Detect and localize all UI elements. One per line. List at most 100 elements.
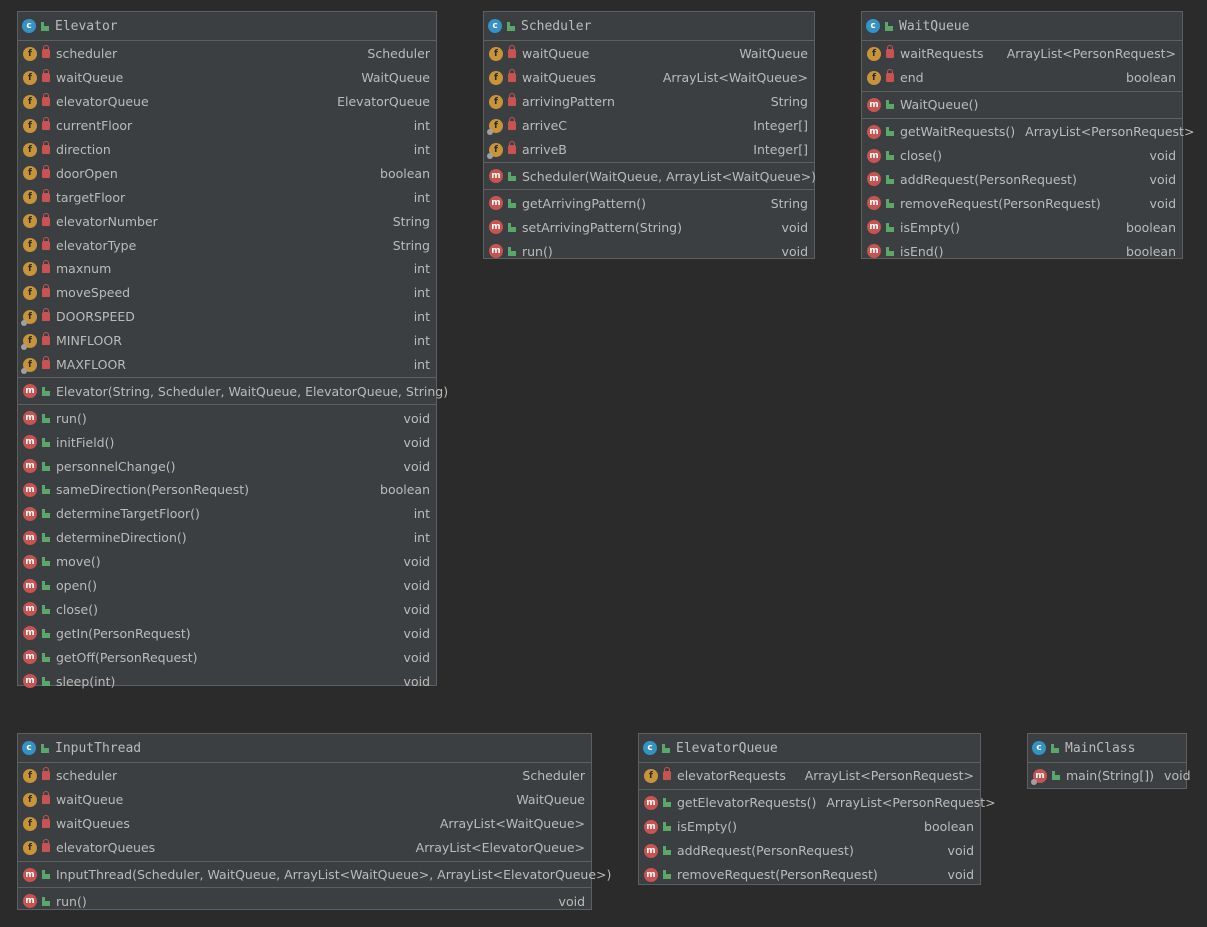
method-row[interactable]: m close() void [862,144,1182,168]
member-name: elevatorQueues [56,840,156,856]
method-row[interactable]: m getOff(PersonRequest) void [18,645,436,669]
field-row[interactable]: f elevatorNumber String [18,209,436,233]
field-row[interactable]: f maxnum int [18,257,436,281]
static-pin-icon [1031,778,1037,785]
field-row[interactable]: f DOORSPEED int [18,305,436,329]
field-row[interactable]: f MINFLOOR int [18,329,436,353]
method-row[interactable]: m InputThread(Scheduler, WaitQueue, Array… [18,863,611,887]
method-row[interactable]: m move() void [18,550,436,574]
class-name: ElevatorQueue [676,740,778,756]
method-row[interactable]: m isEnd() boolean [862,239,1182,263]
method-row[interactable]: m sameDirection(PersonRequest) boolean [18,478,436,502]
method-row[interactable]: m personnelChange() void [18,454,436,478]
public-access-icon [42,604,50,614]
method-row[interactable]: m addRequest(PersonRequest) void [639,839,980,863]
class-waitqueue[interactable]: c WaitQueue f waitRequests ArrayList<PersonR… [861,11,1194,259]
public-access-icon [663,822,671,832]
method-row[interactable]: m WaitQueue() [862,93,1182,117]
field-row[interactable]: f elevatorRequests ArrayList<PersonRequest… [639,764,980,788]
member-type: int [413,357,430,373]
field-row[interactable]: f waitQueues ArrayList<WaitQueue> [484,66,814,90]
class-elevatorqueue[interactable]: c ElevatorQueue f elevatorRequests ArrayList… [638,733,996,887]
method-icon: m [23,867,37,882]
field-row[interactable]: f doorOpen boolean [18,161,436,185]
method-row[interactable]: m addRequest(PersonRequest) void [862,167,1182,191]
member-name: arrivingPattern [522,94,615,110]
method-row[interactable]: m Scheduler(WaitQueue, ArrayList<WaitQueu… [484,164,816,188]
field-row[interactable]: f arriveC Integer[] [484,114,814,138]
field-row[interactable]: f currentFloor int [18,114,436,138]
class-icon: c [22,19,36,33]
class-inputthread[interactable]: c InputThread f scheduler Scheduler f waitQueu… [17,733,611,913]
field-icon: f [21,309,37,326]
method-row[interactable]: m close() void [18,597,436,621]
field-row[interactable]: f scheduler Scheduler [18,42,436,66]
class-header[interactable]: c InputThread [18,734,591,763]
method-row[interactable]: m sleep(int) void [18,669,436,693]
field-row[interactable]: f MAXFLOOR int [18,353,436,377]
class-header[interactable]: c Elevator [18,12,436,41]
field-row[interactable]: f elevatorType String [18,233,436,257]
class-elevator[interactable]: c Elevator f scheduler Scheduler f waitQueue Wa… [17,11,448,689]
field-row[interactable]: f elevatorQueue ElevatorQueue [18,90,436,114]
member-name: getArrivingPattern() [522,195,647,211]
public-access-icon [42,676,50,686]
class-scheduler[interactable]: c Scheduler f waitQueue WaitQueue f waitQueues… [483,11,816,259]
method-row[interactable]: m main(String[]) void [1028,764,1191,788]
field-icon: f [23,792,37,807]
member-name: DOORSPEED [56,309,135,325]
field-row[interactable]: f direction int [18,138,436,162]
method-row[interactable]: m determineTargetFloor() int [18,502,436,526]
method-row[interactable]: m removeRequest(PersonRequest) void [862,191,1182,215]
member-type: void [403,625,430,641]
method-row[interactable]: m getIn(PersonRequest) void [18,621,436,645]
method-row[interactable]: m open() void [18,574,436,598]
public-access-icon [885,21,893,31]
class-header[interactable]: c WaitQueue [862,12,1182,41]
field-row[interactable]: f waitQueue WaitQueue [18,788,591,812]
method-row[interactable]: m run() void [18,889,591,913]
field-row[interactable]: f elevatorQueues ArrayList<ElevatorQueue> [18,836,591,860]
field-row[interactable]: f waitQueue WaitQueue [18,66,436,90]
member-name: addRequest(PersonRequest) [900,171,1077,187]
method-row[interactable]: m getArrivingPattern() String [484,191,814,215]
private-lock-icon [42,839,50,853]
class-header[interactable]: c Scheduler [484,12,814,41]
static-pin-icon [487,128,493,135]
field-row[interactable]: f targetFloor int [18,185,436,209]
method-row[interactable]: m Elevator(String, Scheduler, WaitQueue, … [18,379,448,403]
method-row[interactable]: m run() void [18,406,436,430]
method-icon: m [23,459,37,474]
method-row[interactable]: m getElevatorRequests() ArrayList<PersonRe… [639,791,996,815]
field-row[interactable]: f scheduler Scheduler [18,764,591,788]
field-row[interactable]: f waitQueues ArrayList<WaitQueue> [18,812,591,836]
field-row[interactable]: f waitQueue WaitQueue [484,42,814,66]
method-row[interactable]: m isEmpty() boolean [862,215,1182,239]
member-type: ArrayList<WaitQueue> [662,70,808,86]
method-icon: m [23,894,37,909]
private-lock-icon [886,45,894,59]
member-type: String [392,213,430,229]
private-lock-icon [508,117,516,131]
method-row[interactable]: m run() void [484,239,814,263]
class-header[interactable]: c MainClass [1028,734,1186,763]
member-name: initField() [56,434,115,450]
member-name: direction [56,142,111,157]
field-row[interactable]: f waitRequests ArrayList<PersonRequest> [862,42,1182,66]
field-row[interactable]: f moveSpeed int [18,281,436,305]
field-row[interactable]: f arriveB Integer[] [484,138,814,162]
method-row[interactable]: m determineDirection() int [18,526,436,550]
field-row[interactable]: f end boolean [862,66,1182,90]
static-pin-icon [21,343,27,350]
method-row[interactable]: m isEmpty() boolean [639,815,980,839]
method-row[interactable]: m initField() void [18,430,436,454]
method-row[interactable]: m setArrivingPattern(String) void [484,215,814,239]
class-name: Elevator [55,18,118,34]
field-row[interactable]: f arrivingPattern String [484,90,814,114]
method-row[interactable]: m getWaitRequests() ArrayList<PersonReques… [862,120,1194,144]
member-type: boolean [1126,70,1176,86]
class-header[interactable]: c ElevatorQueue [639,734,980,763]
member-name: MINFLOOR [56,333,122,349]
method-row[interactable]: m removeRequest(PersonRequest) void [639,863,980,887]
class-mainclass[interactable]: c MainClass m main(String[]) void [1027,733,1191,789]
